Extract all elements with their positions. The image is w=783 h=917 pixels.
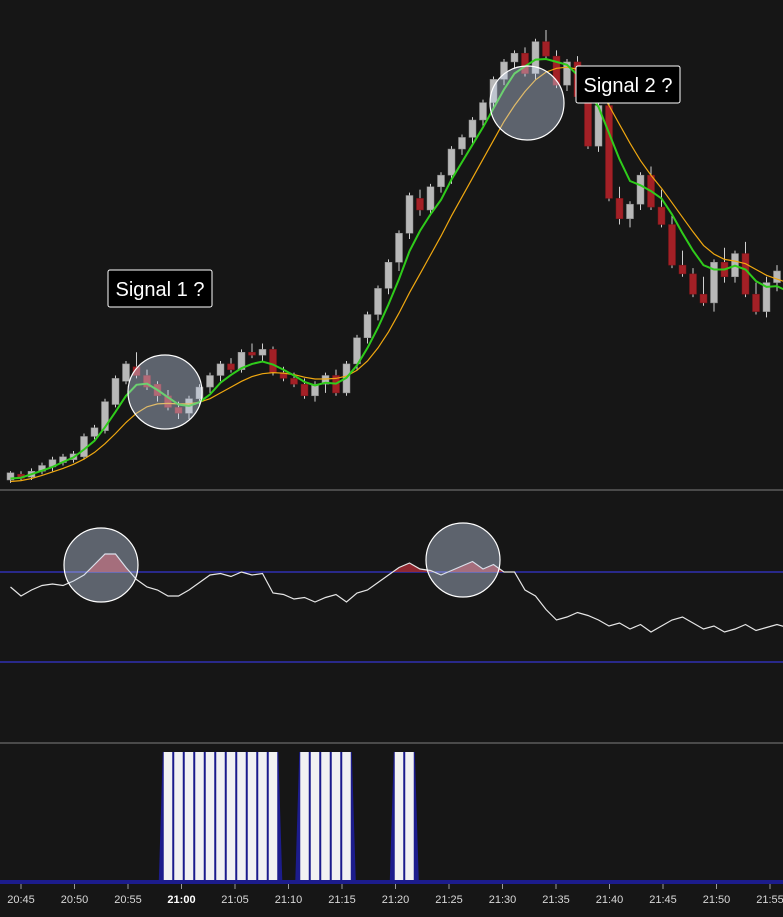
signal-bar [342,752,351,881]
time-tick-label: 21:25 [435,894,463,906]
candle-body-bearish [668,224,676,266]
signal-bar [195,752,204,881]
candle-body-bullish [447,148,456,176]
signal-bar [268,752,278,881]
candle-body-bearish [699,293,708,304]
signal2-oscillator-highlight [425,522,501,598]
time-tick-label: 21:50 [703,894,731,906]
candle-body-bullish [626,203,634,219]
signal1-price-highlight [127,354,203,430]
signal2-label: Signal 2 ? [584,75,673,97]
candle-body-bearish [689,273,697,295]
candle-body-bearish [584,96,592,147]
time-tick-label: 21:05 [221,894,249,906]
candle-body-bearish [416,198,424,211]
candle-body-bullish [468,119,477,138]
candle-body-bearish [605,105,613,199]
candle [269,346,277,376]
signal2-price-highlight [489,65,565,141]
candle-body-bullish [111,378,120,405]
candle [405,192,414,240]
time-tick-label: 21:45 [649,894,677,906]
signal-bar [226,752,236,881]
candle-body-bullish [384,262,393,289]
candle-body-bullish [374,288,382,315]
signal1-label: Signal 1 ? [116,279,205,301]
signal-bar [310,752,320,881]
signal-bar [174,752,183,881]
time-tick-label: 21:30 [489,894,517,906]
candle [122,360,130,385]
time-tick-label: 20:50 [61,894,89,906]
candle-body-bullish [216,363,225,376]
signal-bar [205,752,215,881]
candle-body-bearish [542,41,550,57]
signal-bar [163,752,173,881]
signal-bar [321,752,330,881]
candle-body-bullish [773,270,781,283]
candle-body-bullish [636,174,645,205]
candle [594,102,603,152]
signal-bar [331,752,341,881]
candle-body-bullish [395,232,403,263]
time-tick-label: 21:55 [756,894,783,906]
candle-body-bullish [90,427,99,437]
candle-body-bullish [405,195,414,234]
signal-bar [405,752,414,881]
signal-bar [184,752,194,881]
candle-body-bearish [227,363,235,370]
candle-body-bearish [248,352,256,356]
candle-body-bearish [678,264,687,275]
candle-body-bearish [615,198,624,219]
candle-body-bearish [752,293,760,312]
candle [636,172,645,210]
signal-bar [394,752,404,881]
time-tick-label: 21:35 [542,894,570,906]
signal1-oscillator-highlight [63,527,139,603]
candle-body-bearish [290,378,298,385]
signal-bar [216,752,225,881]
candle-body-bearish [269,349,277,373]
signal-bar [237,752,246,881]
chart-background [0,0,783,917]
trading-chart: 20:45 20:50 20:55 21:00 21:05 21:10 21:15 21:20… [0,0,783,917]
candle-body-bullish [206,375,214,388]
candle [111,375,120,408]
candle-body-bullish [426,186,435,211]
candle-body-bullish [122,363,130,382]
chart-container: 20:45 20:50 20:55 21:00 21:05 21:10 21:15 21:20… [0,0,783,917]
time-tick-label: 21:40 [596,894,624,906]
time-tick-label: 21:10 [275,894,303,906]
time-tick-label: 20:45 [7,894,35,906]
signal1-callout: Signal 1 ? [107,269,213,308]
signal-bar [300,752,309,881]
signal-bar [258,752,267,881]
candle-body-bullish [437,174,445,188]
candle-body-bullish [458,137,466,150]
candle [605,99,613,202]
time-tick-label: 21:00 [167,894,195,906]
candle-body-bullish [258,349,267,356]
signal2-callout: Signal 2 ? [575,65,681,104]
signal-bar [247,752,257,881]
candle-body-bullish [479,102,487,121]
time-tick-label: 20:55 [114,894,142,906]
candle [762,276,771,318]
candle-body-bullish [363,314,372,338]
time-tick-label: 21:15 [328,894,356,906]
candle-body-bearish [657,206,666,225]
candle-body-bearish [741,253,750,295]
time-tick-label: 21:20 [382,894,410,906]
candle-body-bullish [510,52,519,63]
candle-body-bearish [300,383,309,397]
